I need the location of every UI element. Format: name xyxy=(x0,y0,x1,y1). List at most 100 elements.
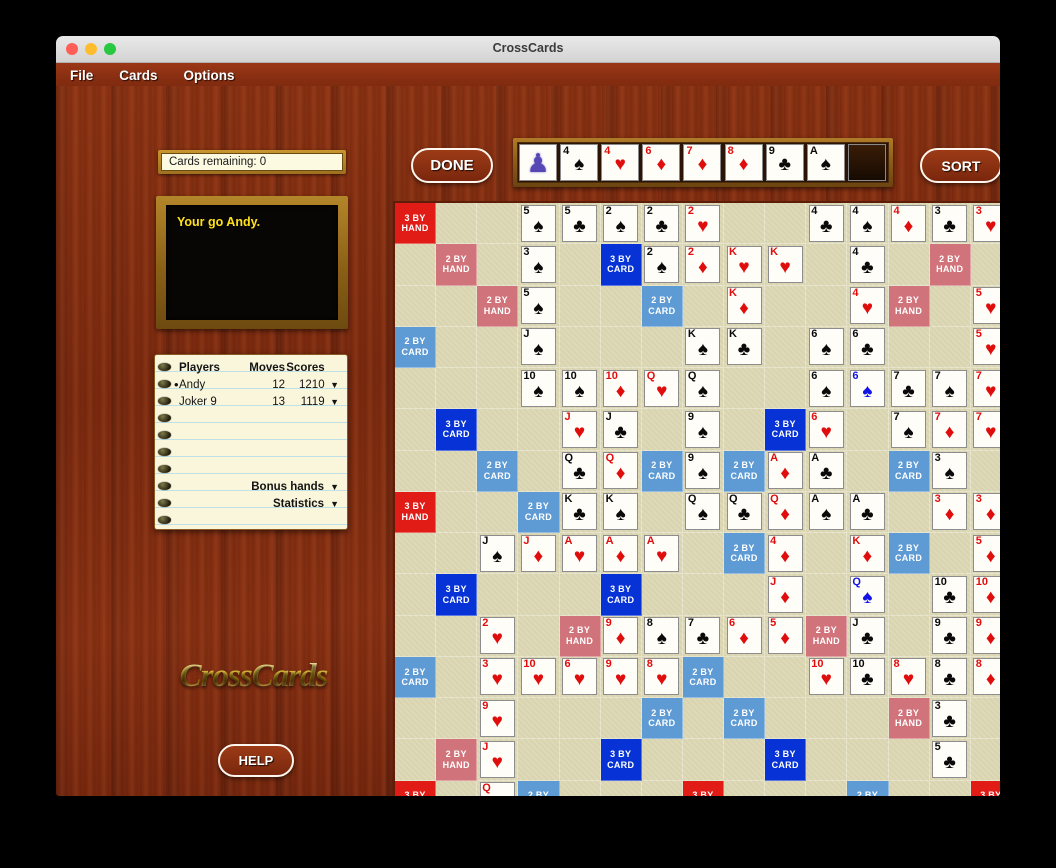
grid-cell-empty[interactable] xyxy=(436,657,477,698)
grid-cell-empty[interactable] xyxy=(847,451,888,492)
bonus-3-by-card[interactable]: 3 BYCARD xyxy=(765,739,806,780)
grid-cell-card[interactable]: 5♠ xyxy=(518,286,559,327)
hand-slot[interactable]: 4♥ xyxy=(600,143,641,182)
grid-cell-empty[interactable] xyxy=(395,286,436,327)
grid-cell-card[interactable]: 10♣ xyxy=(847,657,888,698)
grid-cell-card[interactable]: 10♣ xyxy=(930,574,971,615)
playing-card[interactable]: J♣ xyxy=(850,617,885,654)
playing-card[interactable]: 4♣ xyxy=(850,246,885,283)
grid-cell-empty[interactable] xyxy=(642,739,683,780)
playing-card[interactable]: 6♠ xyxy=(850,370,885,407)
grid-cell-empty[interactable] xyxy=(765,327,806,368)
grid-cell-empty[interactable] xyxy=(477,574,518,615)
playing-card[interactable]: 6♣ xyxy=(850,328,885,365)
hand-card[interactable]: A♠ xyxy=(807,144,845,181)
playing-card[interactable]: K♦ xyxy=(850,535,885,572)
playing-card[interactable]: J♦ xyxy=(521,535,556,572)
playing-card[interactable]: Q♥ xyxy=(480,782,515,796)
grid-cell-empty[interactable] xyxy=(395,698,436,739)
grid-cell-card[interactable]: 10♦ xyxy=(601,368,642,409)
grid-cell-empty[interactable] xyxy=(477,327,518,368)
playing-card[interactable]: 10♦ xyxy=(603,370,638,407)
grid-cell-card[interactable]: Q♣ xyxy=(724,492,765,533)
grid-cell-empty[interactable] xyxy=(518,451,559,492)
grid-cell-card[interactable]: 2♠ xyxy=(601,203,642,244)
grid-cell-card[interactable]: 4♠ xyxy=(847,203,888,244)
grid-cell-card[interactable]: 4♣ xyxy=(806,203,847,244)
grid-cell-empty[interactable] xyxy=(436,203,477,244)
grid-cell-empty[interactable] xyxy=(683,574,724,615)
grid-cell-empty[interactable] xyxy=(477,492,518,533)
bonus-2-by-hand[interactable]: 2 BYHAND xyxy=(436,739,477,780)
grid-cell-empty[interactable] xyxy=(847,409,888,450)
playing-card[interactable]: Q♦ xyxy=(768,493,803,530)
grid-cell-empty[interactable] xyxy=(889,616,930,657)
playing-card[interactable]: 5♥ xyxy=(973,328,1000,365)
grid-cell-card[interactable]: 8♣ xyxy=(930,657,971,698)
grid-cell-empty[interactable] xyxy=(436,327,477,368)
bonus-2-by-hand[interactable]: 2 BYHAND xyxy=(436,244,477,285)
grid-cell-empty[interactable] xyxy=(724,739,765,780)
playing-card[interactable]: 5♦ xyxy=(973,535,1000,572)
playing-card[interactable]: 2♣ xyxy=(644,205,679,242)
grid-cell-card[interactable]: 7♥ xyxy=(971,409,1000,450)
hand-card[interactable]: 4♥ xyxy=(601,144,639,181)
playing-card[interactable]: Q♠ xyxy=(850,576,885,613)
grid-cell-empty[interactable] xyxy=(765,286,806,327)
grid-cell-empty[interactable] xyxy=(518,409,559,450)
bonus-2-by-hand[interactable]: 2 BYHAND xyxy=(806,616,847,657)
grid-cell-card[interactable]: Q♥ xyxy=(642,368,683,409)
playing-card[interactable]: A♦ xyxy=(768,452,803,489)
grid-cell-card[interactable]: A♦ xyxy=(601,533,642,574)
grid-cell-card[interactable]: 10♥ xyxy=(806,657,847,698)
hand-card[interactable]: 7♦ xyxy=(683,144,721,181)
menu-cards[interactable]: Cards xyxy=(119,68,157,83)
grid-cell-empty[interactable] xyxy=(395,451,436,492)
grid-cell-empty[interactable] xyxy=(806,739,847,780)
grid-cell-card[interactable]: 4♣ xyxy=(847,244,888,285)
grid-cell-card[interactable]: Q♠ xyxy=(683,368,724,409)
grid-cell-empty[interactable] xyxy=(395,616,436,657)
grid-cell-card[interactable]: 9♦ xyxy=(971,616,1000,657)
grid-cell-card[interactable]: A♦ xyxy=(765,451,806,492)
grid-cell-empty[interactable] xyxy=(930,533,971,574)
grid-cell-empty[interactable] xyxy=(560,781,601,796)
grid-cell-empty[interactable] xyxy=(683,286,724,327)
playing-card[interactable]: 8♣ xyxy=(932,658,967,695)
grid-cell-empty[interactable] xyxy=(642,781,683,796)
hand-slot[interactable]: 6♦ xyxy=(641,143,682,182)
grid-cell-card[interactable]: Q♠ xyxy=(683,492,724,533)
grid-cell-card[interactable]: J♥ xyxy=(560,409,601,450)
grid-cell-empty[interactable] xyxy=(889,739,930,780)
grid-cell-card[interactable]: 4♦ xyxy=(765,533,806,574)
hand-card-joker[interactable]: ♟ xyxy=(519,144,557,181)
grid-cell-card[interactable]: 9♠ xyxy=(683,451,724,492)
grid-cell-empty[interactable] xyxy=(765,368,806,409)
grid-cell-card[interactable]: 6♠ xyxy=(806,327,847,368)
bonus-3-by-hand[interactable]: 3 BYHAND xyxy=(395,203,436,244)
bonus-2-by-card[interactable]: 2 BYCARD xyxy=(395,657,436,698)
grid-cell-empty[interactable] xyxy=(518,739,559,780)
grid-cell-empty[interactable] xyxy=(477,203,518,244)
playing-card[interactable]: J♥ xyxy=(480,741,515,778)
grid-cell-card[interactable]: J♥ xyxy=(477,739,518,780)
grid-cell-card[interactable]: A♣ xyxy=(847,492,888,533)
bonus-3-by-hand[interactable]: 3 BYHAND xyxy=(395,492,436,533)
playing-card[interactable]: 2♦ xyxy=(685,246,720,283)
bonus-2-by-hand[interactable]: 2 BYHAND xyxy=(477,286,518,327)
grid-cell-empty[interactable] xyxy=(683,533,724,574)
grid-cell-card[interactable]: J♠ xyxy=(518,327,559,368)
playing-card[interactable]: 2♠ xyxy=(644,246,679,283)
playing-card[interactable]: 4♥ xyxy=(850,287,885,324)
bonus-3-by-card[interactable]: 3 BYCARD xyxy=(601,244,642,285)
grid-cell-empty[interactable] xyxy=(436,286,477,327)
grid-cell-empty[interactable] xyxy=(806,781,847,796)
grid-cell-empty[interactable] xyxy=(806,574,847,615)
grid-cell-empty[interactable] xyxy=(560,286,601,327)
grid-cell-card[interactable]: J♠ xyxy=(477,533,518,574)
playing-card[interactable]: A♣ xyxy=(809,452,844,489)
playing-card[interactable]: 3♠ xyxy=(521,246,556,283)
grid-cell-card[interactable]: 5♣ xyxy=(560,203,601,244)
grid-cell-card[interactable]: 4♥ xyxy=(847,286,888,327)
bonus-2-by-card[interactable]: 2 BYCARD xyxy=(847,781,888,796)
